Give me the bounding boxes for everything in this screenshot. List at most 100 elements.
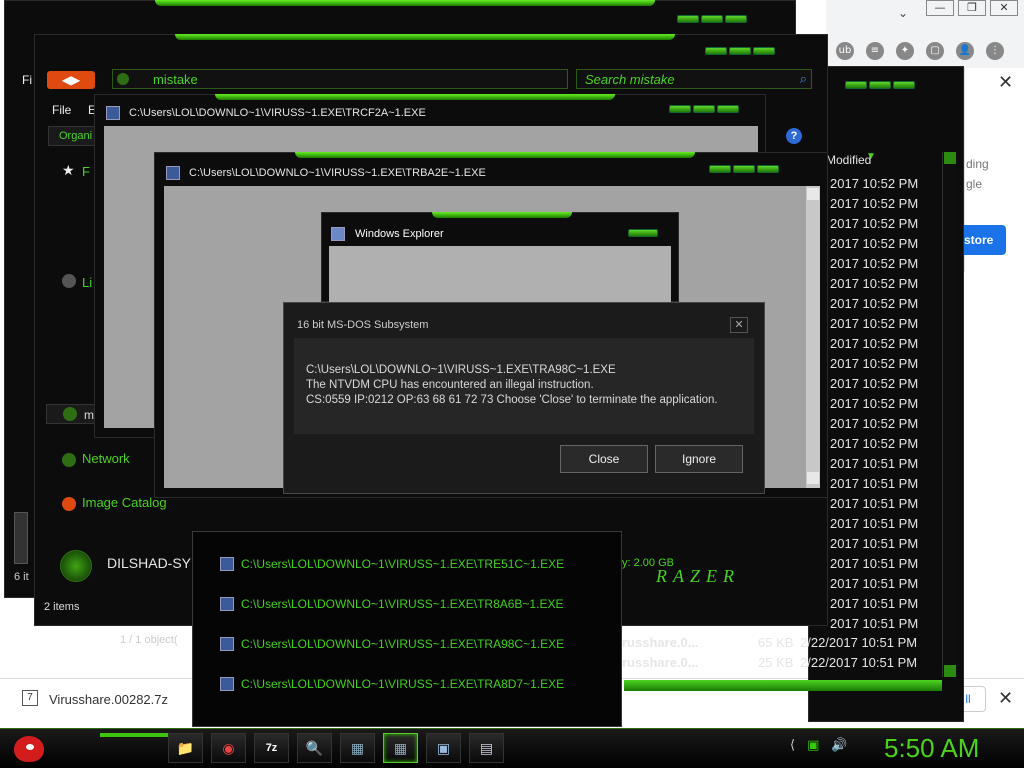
explorer-app-icon: [331, 227, 345, 241]
file-row-date: 2017 10:51 PM: [830, 616, 919, 631]
computer-icon: [60, 550, 92, 582]
left-panel-scrollbar[interactable]: [14, 512, 28, 564]
taskbar-window-icon[interactable]: ▤: [469, 733, 504, 763]
popup-close-button[interactable]: ✕: [998, 72, 1013, 93]
search-input[interactable]: Search mistake ⌕: [576, 69, 812, 89]
file-row-date: 2017 10:52 PM: [830, 356, 919, 371]
sidebar-item-network[interactable]: Network: [62, 451, 130, 467]
taskbar-folder-icon[interactable]: 📁: [168, 733, 203, 763]
extension-toolbar: ub ≡ ✦ ▢ 👤 ⋮: [836, 42, 1004, 60]
file-row-name[interactable]: russhare.0...: [622, 635, 699, 650]
windows-explorer-title: Windows Explorer: [331, 227, 444, 241]
file-row-date: 2/22/2017 10:51 PM: [800, 635, 918, 650]
tab-search-dropdown[interactable]: ⌄: [898, 6, 908, 20]
file-row-date: 2017 10:52 PM: [830, 416, 919, 431]
thumbnail-item[interactable]: C:\Users\LOL\DOWNLO~1\VIRUSS~1.EXE\TRA8D…: [220, 677, 564, 691]
file-row-date: 2017 10:51 PM: [830, 476, 919, 491]
menu-icon[interactable]: ⋮: [986, 42, 1004, 60]
taskbar-7zip-icon[interactable]: 7z: [254, 733, 289, 763]
sidebar-icon[interactable]: ▢: [926, 42, 944, 60]
taskbar-explorer-icon[interactable]: ▣: [426, 733, 461, 763]
menu-file[interactable]: Fi: [22, 73, 32, 87]
search-icon: ⌕: [799, 71, 807, 86]
popup-store-button[interactable]: store: [958, 225, 1006, 255]
file-row-date: 2017 10:52 PM: [830, 176, 919, 191]
file-row-date: 2/22/2017 10:51 PM: [800, 655, 918, 670]
flag-icon[interactable]: ≡: [866, 42, 884, 60]
file-row-date: 2017 10:52 PM: [830, 276, 919, 291]
trba-title: C:\Users\LOL\DOWNLO~1\VIRUSS~1.EXE\TRBA2…: [166, 166, 486, 180]
status-items: 2 items: [44, 601, 80, 613]
thumbnail-item[interactable]: C:\Users\LOL\DOWNLO~1\VIRUSS~1.EXE\TRA98…: [220, 637, 564, 651]
windows-explorer-client: [329, 246, 671, 302]
profile-icon[interactable]: 👤: [956, 42, 974, 60]
file-row-name[interactable]: russhare.0...: [622, 655, 699, 670]
network-icon: [62, 452, 76, 467]
file-row-date: 2017 10:52 PM: [830, 256, 919, 271]
image-catalog-icon: [62, 496, 76, 511]
download-close-button[interactable]: ✕: [998, 688, 1013, 709]
tray-network-icon[interactable]: ▣: [807, 738, 819, 753]
file-row-date: 2017 10:52 PM: [830, 376, 919, 391]
puzzle-icon[interactable]: ✦: [896, 42, 914, 60]
file-row-date: 2017 10:51 PM: [830, 596, 919, 611]
close-button[interactable]: Close: [560, 445, 648, 473]
thumbnail-item[interactable]: C:\Users\LOL\DOWNLO~1\VIRUSS~1.EXE\TR8A6…: [220, 597, 563, 611]
system-tray: ⟨ ▣ 🔊: [790, 738, 848, 753]
taskbar-chrome-icon[interactable]: ◉: [211, 733, 246, 763]
taskbar-clock[interactable]: 5:50 AM: [884, 733, 979, 764]
address-text: mistake: [153, 72, 198, 87]
file-row-date: 2017 10:51 PM: [830, 556, 919, 571]
dialog-message-detail: CS:0559 IP:0212 OP:63 68 61 72 73 Choose…: [306, 394, 718, 406]
taskbar-dos-group-icon[interactable]: ▦: [383, 733, 418, 763]
popup-text: ding: [966, 157, 989, 171]
libraries-label[interactable]: Li: [82, 275, 92, 290]
thumbnail-item[interactable]: C:\Users\LOL\DOWNLO~1\VIRUSS~1.EXE\TRE51…: [220, 557, 564, 571]
taskbar-search-icon[interactable]: 🔍: [297, 733, 332, 763]
libraries-icon: [62, 274, 76, 288]
dialog-close-icon[interactable]: ✕: [730, 317, 748, 333]
razer-logo: RAZER: [656, 566, 740, 586]
menu-file[interactable]: File: [52, 103, 71, 117]
tray-volume-icon[interactable]: 🔊: [831, 738, 847, 753]
favorites-label[interactable]: F: [82, 164, 90, 179]
file-row-size: 65 KB: [758, 635, 794, 650]
computer-name: DILSHAD-SY: [107, 555, 192, 571]
ignore-button[interactable]: Ignore: [655, 445, 743, 473]
dos-app-icon: [220, 637, 234, 651]
dos-app-icon: [220, 597, 234, 611]
file-list-scrollbar[interactable]: [942, 152, 956, 677]
close-window-button[interactable]: ✕: [990, 0, 1018, 16]
details-label: m: [84, 408, 94, 422]
dos-app-icon: [166, 166, 180, 180]
start-button[interactable]: [8, 730, 48, 766]
file-row-date: 2017 10:52 PM: [830, 296, 919, 311]
ublock-icon[interactable]: ub: [836, 42, 854, 60]
popup-text: gle: [966, 177, 983, 191]
file-row-date: 2017 10:51 PM: [830, 496, 919, 511]
back-forward-buttons[interactable]: ◀▶: [47, 71, 95, 89]
taskbar-dos-icon[interactable]: ▦: [340, 733, 375, 763]
archive-icon: 7: [22, 690, 38, 706]
search-placeholder: Search mistake: [585, 72, 675, 87]
sidebar-item-image-catalog[interactable]: Image Catalog: [62, 495, 167, 511]
object-count: 1 / 1 object(: [120, 634, 178, 646]
dialog-message-path: C:\Users\LOL\DOWNLO~1\VIRUSS~1.EXE\TRA98…: [306, 364, 616, 376]
organize-button[interactable]: Organi: [48, 126, 96, 146]
file-row-date: 2017 10:52 PM: [830, 236, 919, 251]
file-row-size: 25 KB: [758, 655, 794, 670]
file-row-date: 2017 10:51 PM: [830, 516, 919, 531]
download-item[interactable]: Virusshare.00282.7z: [49, 692, 168, 707]
trba-scrollbar[interactable]: [806, 186, 820, 488]
minimize-button[interactable]: —: [926, 0, 954, 16]
file-list-header[interactable]: Modified: [826, 153, 871, 167]
restore-button[interactable]: ❐: [958, 0, 986, 16]
tray-expand-icon[interactable]: ⟨: [790, 738, 795, 753]
help-icon[interactable]: ?: [786, 128, 802, 144]
horizontal-scrollbar[interactable]: [624, 680, 942, 691]
dos-app-icon: [220, 557, 234, 571]
address-bar[interactable]: mistake: [112, 69, 568, 89]
dos-app-icon: [220, 677, 234, 691]
file-row-date: 2017 10:52 PM: [830, 336, 919, 351]
trcf-title: C:\Users\LOL\DOWNLO~1\VIRUSS~1.EXE\TRCF2…: [106, 106, 426, 120]
